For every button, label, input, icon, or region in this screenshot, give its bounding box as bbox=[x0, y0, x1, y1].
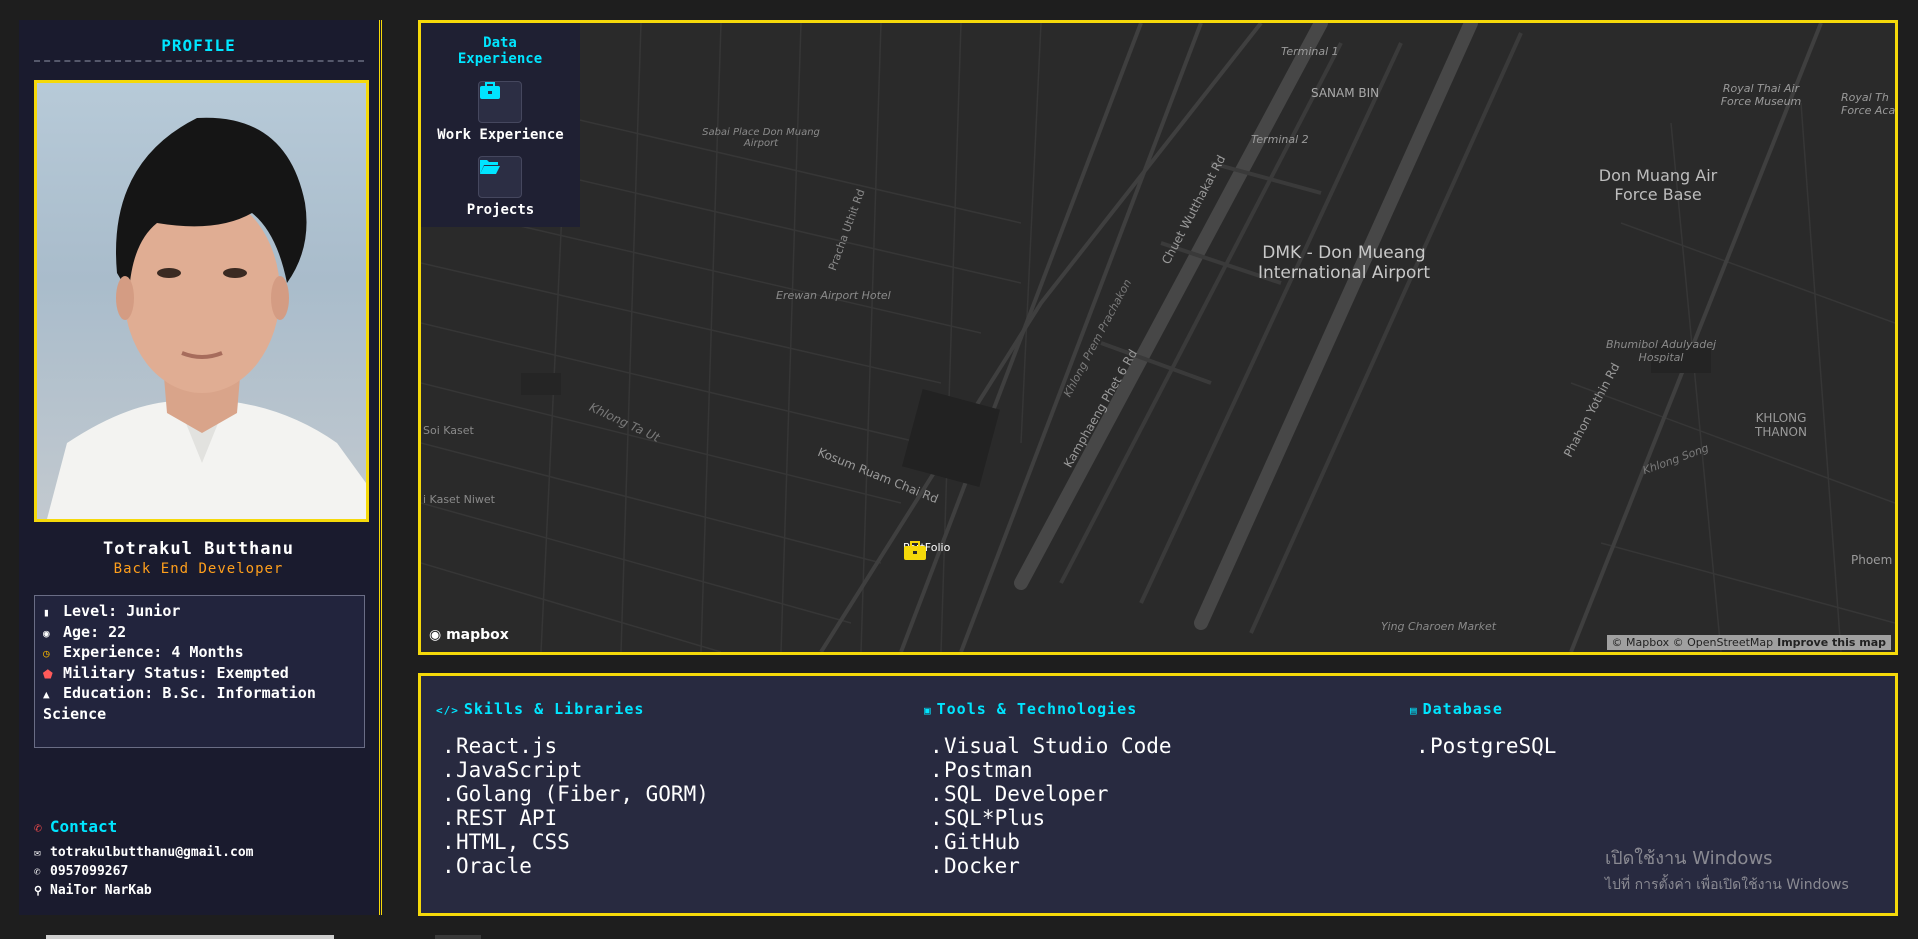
info-education: ▲ Education: B.Sc. Information Science bbox=[43, 684, 316, 723]
map-attribution: © Mapbox © OpenStreetMap Improve this map bbox=[1606, 635, 1891, 650]
list-item: React.js bbox=[436, 734, 709, 758]
briefcase-icon bbox=[480, 82, 500, 99]
list-item: Visual Studio Code bbox=[924, 734, 1172, 758]
list-item: Postman bbox=[924, 758, 1172, 782]
map-label-air-force-acad: Royal Th Force Aca bbox=[1841, 91, 1896, 117]
work-experience-button[interactable] bbox=[478, 81, 522, 123]
phone-icon: ✆ bbox=[34, 865, 41, 878]
ticket-icon: ▮ bbox=[43, 606, 50, 619]
profile-info-box: ▮ Level: Junior ◉ Age: 22 ◷ Experience: 4 M… bbox=[34, 595, 365, 748]
database-list: PostgreSQL bbox=[1410, 734, 1556, 758]
projects-button[interactable] bbox=[478, 156, 522, 198]
list-item: REST API bbox=[436, 806, 709, 830]
watermark-line2: ไปที่ การตั้งค่า เพื่อเปิดใช้งาน Windows bbox=[1605, 877, 1849, 893]
watermark-line1: เปิดใช้งาน Windows bbox=[1605, 848, 1773, 869]
location-pin-icon: ⚲ bbox=[34, 884, 43, 897]
list-item: GitHub bbox=[924, 830, 1172, 854]
folder-open-icon bbox=[480, 160, 500, 174]
profile-sidebar: PROFILE Totrakul Butthanu Back End Devel… bbox=[19, 20, 382, 915]
contact-title: ✆ Contact bbox=[34, 817, 118, 836]
map-label-sanam-bin: SANAM BIN bbox=[1311, 86, 1380, 100]
bottom-bar bbox=[46, 935, 334, 939]
map-label-air-force-museum: Royal Thai Air Force Museum bbox=[1720, 82, 1802, 108]
profile-name: Totrakul Butthanu bbox=[103, 539, 294, 559]
profile-title: PROFILE bbox=[161, 36, 236, 55]
skills-libraries-list: React.js JavaScript Golang (Fiber, GORM)… bbox=[436, 734, 709, 878]
attribution-text[interactable]: © Mapbox © OpenStreetMap bbox=[1612, 636, 1774, 649]
clock-icon: ◷ bbox=[43, 647, 50, 660]
profile-photo bbox=[34, 80, 369, 522]
toolbox-icon: ▣ bbox=[924, 704, 932, 717]
list-item: HTML, CSS bbox=[436, 830, 709, 854]
map-label-terminal2: Terminal 2 bbox=[1251, 133, 1309, 146]
mapbox-logo[interactable]: ◉ mapbox bbox=[429, 627, 509, 643]
map-label-sabai-place: Sabai Place Don Muang Airport bbox=[702, 127, 820, 149]
graduation-cap-icon: ▲ bbox=[43, 688, 50, 701]
info-level: ▮ Level: Junior bbox=[43, 602, 356, 623]
work-experience-label[interactable]: Work Experience bbox=[421, 127, 580, 143]
bottom-bar-segment bbox=[435, 935, 481, 939]
database-icon: ▤ bbox=[1410, 704, 1418, 717]
map-view[interactable]: Data Experience Work Experience Projects… bbox=[418, 20, 1898, 655]
briefcase-icon bbox=[904, 541, 926, 560]
info-age: ◉ Age: 22 bbox=[43, 623, 356, 644]
windows-activation-watermark: เปิดใช้งาน Windows ไปที่ การตั้งค่า เพื่… bbox=[1605, 843, 1849, 896]
map-label-kaset-niwet: i Kaset Niwet bbox=[423, 493, 495, 506]
mapbox-icon: ◉ bbox=[429, 627, 442, 643]
map-label-dmk-airport: DMK - Don Mueang International Airport bbox=[1257, 243, 1431, 283]
map-label-erewan: Erewan Airport Hotel bbox=[776, 289, 891, 302]
projects-label[interactable]: Projects bbox=[421, 202, 580, 218]
database-column: ▤Database PostgreSQL bbox=[1410, 700, 1556, 758]
tools-technologies-title: ▣ Tools & Technologies bbox=[924, 700, 1138, 718]
info-experience: ◷ Experience: 4 Months bbox=[43, 643, 356, 664]
list-item: SQL*Plus bbox=[924, 806, 1172, 830]
profile-role: Back End Developer bbox=[113, 561, 284, 577]
list-item: Docker bbox=[924, 854, 1172, 878]
map-label-ying-charoen: Ying Charoen Market bbox=[1381, 620, 1497, 633]
skills-libraries-column: </>Skills & Libraries React.js JavaScrip… bbox=[436, 700, 709, 878]
cake-icon: ◉ bbox=[43, 626, 50, 640]
envelope-icon: ✉ bbox=[34, 846, 41, 859]
data-experience-title: Data Experience bbox=[457, 35, 543, 67]
divider bbox=[34, 60, 364, 62]
list-item: PostgreSQL bbox=[1410, 734, 1556, 758]
list-item: Golang (Fiber, GORM) bbox=[436, 782, 709, 806]
database-title: ▤ Database bbox=[1410, 700, 1503, 718]
data-experience-panel: Data Experience Work Experience Projects bbox=[421, 23, 580, 227]
phone-icon: ✆ bbox=[34, 821, 42, 836]
info-military: ⬟ Military Status: Exempted bbox=[43, 664, 356, 685]
contact-email[interactable]: ✉ totrakulbutthanu@gmail.com bbox=[34, 843, 369, 862]
map-label-soi-kaset: Soi Kaset bbox=[423, 424, 474, 437]
contact-location: ⚲ NaiTor NarKab bbox=[34, 883, 152, 898]
skills-libraries-title: </> Skills & Libraries bbox=[436, 700, 645, 718]
list-item: SQL Developer bbox=[924, 782, 1172, 806]
improve-map-link[interactable]: Improve this map bbox=[1777, 636, 1886, 649]
shield-icon: ⬟ bbox=[43, 667, 53, 681]
list-item: JavaScript bbox=[436, 758, 709, 782]
tools-technologies-column: ▣Tools & Technologies Visual Studio Code… bbox=[924, 700, 1172, 878]
map-label-khlong-thanon: KHLONG THANON bbox=[1755, 411, 1807, 439]
list-item: Oracle bbox=[436, 854, 709, 878]
contact-section: ✆ Contact ✉ totrakulbutthanu@gmail.com ✆ 09… bbox=[34, 817, 369, 900]
map-label-bhumibol: Bhumibol Adulyadej Hospital bbox=[1605, 338, 1717, 364]
portfolio-marker[interactable]: PortFolio bbox=[903, 541, 950, 560]
map-label-phoem: Phoem bbox=[1851, 553, 1893, 567]
map-label-terminal1: Terminal 1 bbox=[1281, 45, 1339, 58]
contact-phone[interactable]: ✆ 0957099267 bbox=[34, 862, 369, 881]
tools-technologies-list: Visual Studio Code Postman SQL Developer… bbox=[924, 734, 1172, 878]
map-label-air-force-base: Don Muang Air Force Base bbox=[1598, 166, 1718, 204]
code-icon: </> bbox=[436, 704, 459, 717]
